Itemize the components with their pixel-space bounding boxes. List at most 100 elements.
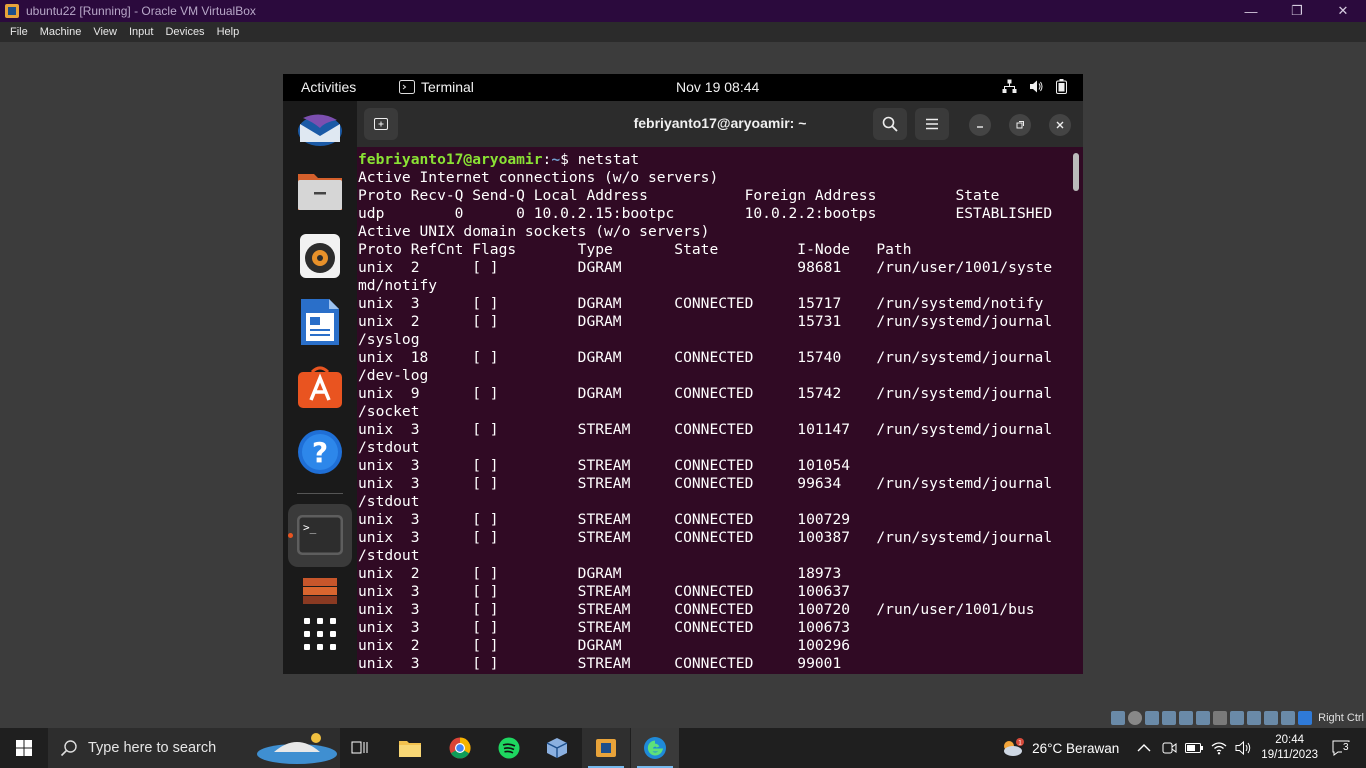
battery-icon[interactable]: [1185, 742, 1204, 754]
prompt-path: ~: [551, 151, 561, 168]
taskbar-spotify[interactable]: [485, 728, 533, 768]
taskbar-file-explorer[interactable]: [386, 728, 434, 768]
search-placeholder: Type here to search: [88, 740, 217, 756]
taskbar-virtualbox-manager[interactable]: [533, 728, 581, 768]
edge-icon: [644, 737, 666, 759]
dock-terminal[interactable]: >_: [296, 511, 344, 559]
terminal-maximize-button[interactable]: [1009, 114, 1031, 136]
network-status-icon[interactable]: [1162, 711, 1177, 725]
mouse-integration-status-icon[interactable]: [1264, 711, 1279, 725]
volume-icon: [1030, 80, 1043, 93]
menu-machine[interactable]: Machine: [34, 26, 88, 38]
usb-status-icon[interactable]: [1179, 711, 1194, 725]
display-status-icon[interactable]: [1213, 711, 1228, 725]
hamburger-menu-button[interactable]: [915, 108, 949, 140]
virtualbox-vm-icon: [596, 739, 616, 757]
svg-text:>_: >_: [303, 521, 317, 534]
audio-status-icon[interactable]: [1145, 711, 1160, 725]
menu-input[interactable]: Input: [123, 26, 159, 38]
terminal-output[interactable]: febriyanto17@aryoamir:~$ netstat Active …: [357, 151, 1069, 674]
menu-devices[interactable]: Devices: [159, 26, 210, 38]
meet-now-icon[interactable]: [1161, 740, 1177, 756]
window-title: ubuntu22 [Running] - Oracle VM VirtualBo…: [26, 4, 256, 18]
notification-count: 3: [1342, 742, 1350, 753]
guest-display[interactable]: Activities Terminal Nov 19 08:44 ? >_ fe…: [283, 74, 1083, 674]
terminal-window[interactable]: febriyanto17@aryoamir: ~ febriyanto17@ar…: [357, 101, 1083, 674]
dock-thunderbird[interactable]: [296, 106, 344, 154]
disk-icon: [303, 578, 337, 604]
taskbar-search[interactable]: Type here to search: [48, 728, 340, 768]
volume-icon[interactable]: [1235, 740, 1253, 756]
search-icon: [60, 740, 77, 757]
optical-drive-status-icon[interactable]: [1128, 711, 1143, 725]
clock-date: 19/11/2023: [1261, 749, 1318, 761]
terminal-minimize-button[interactable]: [969, 114, 991, 136]
menu-file[interactable]: File: [4, 26, 34, 38]
task-view-button[interactable]: [336, 728, 384, 768]
terminal-small-icon: [399, 80, 415, 94]
terminal-headerbar: febriyanto17@aryoamir: ~: [357, 101, 1083, 147]
minimize-icon: [977, 126, 983, 128]
system-tray: 1 26°C Berawan 20:44 19/11/2023 3: [1000, 728, 1366, 768]
notification-center-button[interactable]: 3: [1332, 728, 1358, 768]
search-highlight-image: [257, 733, 337, 764]
cpu-status-icon[interactable]: [1247, 711, 1262, 725]
menu-help[interactable]: Help: [211, 26, 246, 38]
dock-disk[interactable]: [296, 576, 344, 606]
running-indicator: [288, 533, 293, 538]
terminal-icon: >_: [297, 515, 343, 555]
hard-disk-status-icon[interactable]: [1111, 711, 1126, 725]
prompt-user: febriyanto17@aryoamir: [358, 151, 543, 168]
dock-rhythmbox[interactable]: [296, 232, 344, 280]
vbox-menu-bar: File Machine View Input Devices Help: [0, 22, 1366, 42]
network-icon: [1002, 79, 1017, 93]
taskbar-edge[interactable]: [631, 728, 679, 768]
windows-logo-icon: [16, 740, 32, 756]
app-center-icon: [298, 366, 342, 408]
dock-app-center[interactable]: [296, 362, 344, 410]
dock-help[interactable]: ?: [296, 428, 344, 476]
recording-status-icon[interactable]: [1230, 711, 1245, 725]
help-icon: ?: [298, 430, 342, 474]
vbox-status-bar: Right Ctrl: [1111, 708, 1366, 728]
rhythmbox-icon: [300, 234, 340, 278]
app-menu[interactable]: Terminal: [399, 79, 474, 95]
clock-widget[interactable]: 20:44 19/11/2023: [1261, 733, 1318, 763]
battery-icon: [1056, 79, 1067, 94]
weather-widget[interactable]: 1 26°C Berawan: [1000, 738, 1119, 758]
dock-separator: [297, 493, 343, 494]
chrome-icon: [449, 737, 471, 759]
libreoffice-writer-icon: [301, 299, 339, 345]
search-button[interactable]: [873, 108, 907, 140]
dock-writer[interactable]: [296, 298, 344, 346]
show-apps-icon: [304, 618, 336, 650]
system-menu[interactable]: [1002, 79, 1067, 94]
command-output: Active Internet connections (w/o servers…: [358, 169, 1053, 672]
shared-folders-status-icon[interactable]: [1196, 711, 1211, 725]
close-button[interactable]: ✕: [1320, 0, 1366, 22]
minimize-button[interactable]: —: [1228, 0, 1274, 22]
taskbar-chrome[interactable]: [436, 728, 484, 768]
host-key-icon[interactable]: [1298, 711, 1313, 725]
wifi-icon[interactable]: [1211, 741, 1227, 755]
clock[interactable]: Nov 19 08:44: [676, 79, 759, 95]
virtualbox-app-icon: [5, 4, 19, 18]
host-key-label: Right Ctrl: [1318, 712, 1364, 724]
dock-files[interactable]: [296, 166, 344, 214]
start-button[interactable]: [0, 728, 48, 768]
show-hidden-icons-chevron-icon[interactable]: [1137, 743, 1151, 753]
activities-button[interactable]: Activities: [301, 79, 356, 95]
menu-view[interactable]: View: [87, 26, 123, 38]
dock-show-apps[interactable]: [296, 611, 344, 657]
keyboard-status-icon[interactable]: [1281, 711, 1296, 725]
restore-button[interactable]: ❐: [1274, 0, 1320, 22]
terminal-close-button[interactable]: [1049, 114, 1071, 136]
terminal-scrollbar[interactable]: [1073, 153, 1079, 191]
task-view-icon: [351, 741, 368, 754]
taskbar-virtualbox-vm[interactable]: [582, 728, 630, 768]
windows-taskbar: Type here to search 1 26°C Berawan 20:44…: [0, 728, 1366, 768]
command-text: netstat: [577, 151, 640, 168]
svg-text:1: 1: [1018, 740, 1022, 747]
virtualbox-cube-icon: [546, 738, 568, 758]
files-icon: [298, 174, 342, 210]
